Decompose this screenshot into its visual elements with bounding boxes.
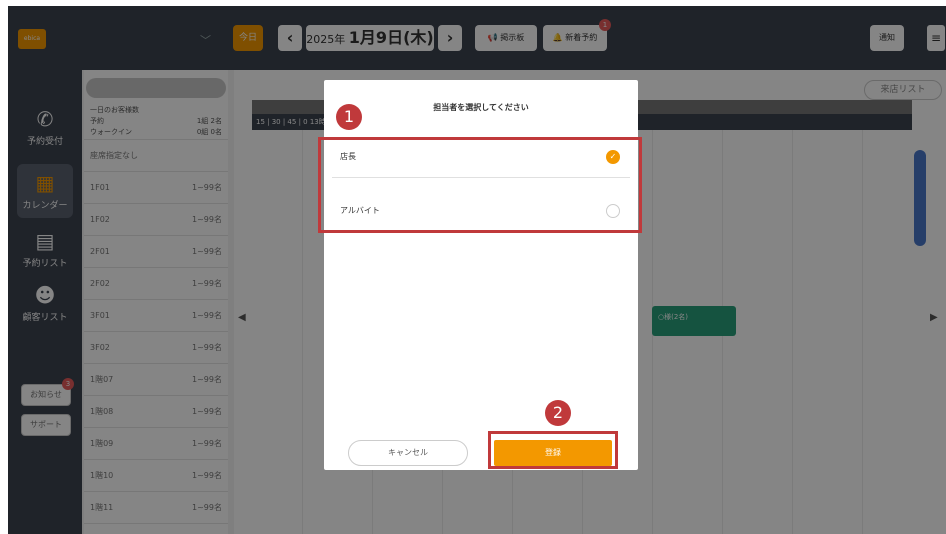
highlight-box-register [488, 431, 618, 469]
step-marker-1: 1 [336, 104, 362, 130]
cancel-button[interactable]: キャンセル [348, 440, 468, 466]
highlight-box-options [318, 137, 642, 233]
dialog-title: 担当者を選択してください [433, 103, 529, 112]
step-marker-2: 2 [545, 400, 571, 426]
